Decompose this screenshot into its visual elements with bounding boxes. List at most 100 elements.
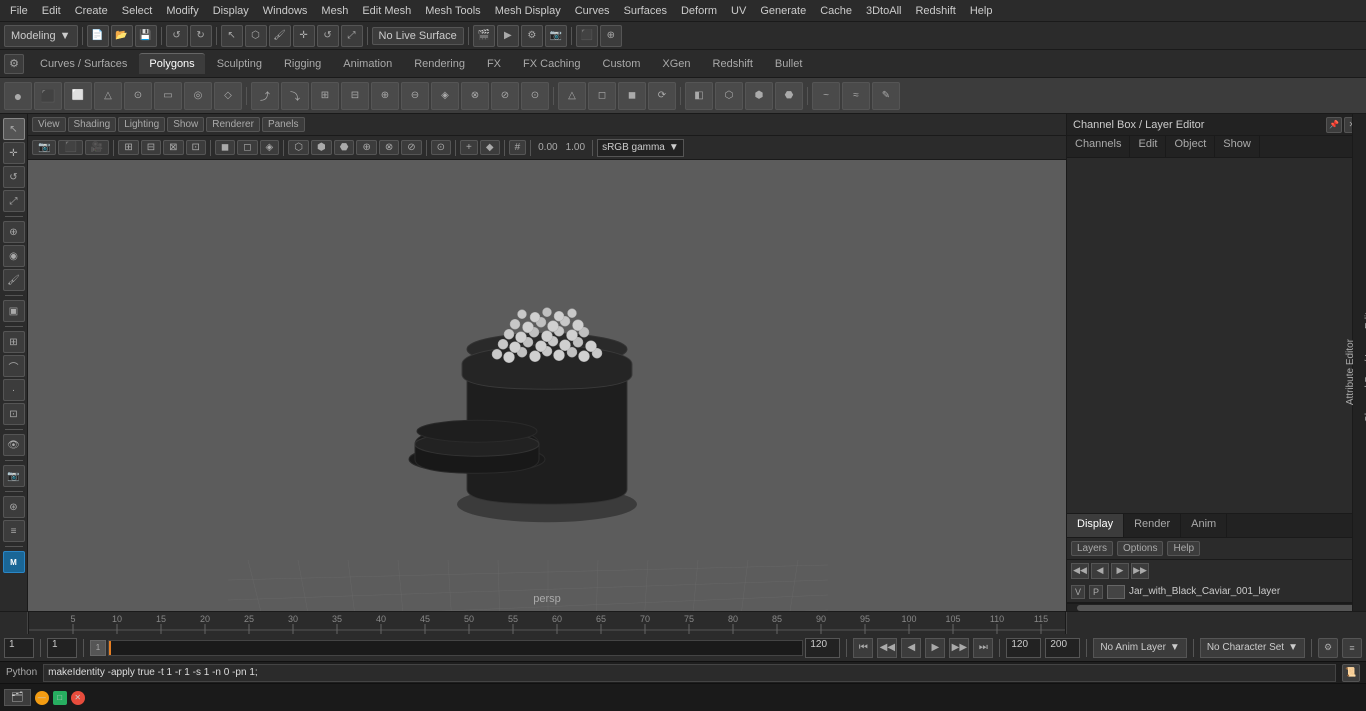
step-fwd-btn[interactable]: ▶▶ — [949, 638, 969, 658]
menu-surfaces[interactable]: Surfaces — [618, 3, 673, 19]
soft-select-btn[interactable]: ◉ — [3, 245, 25, 267]
menu-mesh-tools[interactable]: Mesh Tools — [419, 3, 486, 19]
render-settings-btn[interactable]: ⚙ — [521, 25, 543, 47]
ipr-btn[interactable]: ▶ — [497, 25, 519, 47]
menu-deform[interactable]: Deform — [675, 3, 723, 19]
attribute-editor-strip[interactable]: Channel Box / Layer Editor Attribute Edi… — [1352, 114, 1366, 611]
python-command-input[interactable] — [43, 664, 1336, 682]
rotate-mode-btn[interactable]: ↺ — [3, 166, 25, 188]
disk-btn[interactable]: ◎ — [184, 82, 212, 110]
redo-btn[interactable]: ↻ — [190, 25, 212, 47]
python-script-btn[interactable]: 📜 — [1342, 664, 1360, 682]
snap-surface-btn[interactable]: ⊡ — [3, 403, 25, 425]
play-back-btn[interactable]: ◀ — [901, 638, 921, 658]
skip-to-end-btn[interactable]: ⏭ — [973, 638, 993, 658]
layer-arrow-left2[interactable]: ◀ — [1091, 563, 1109, 579]
camera-tumble-btn[interactable]: 👁 — [3, 434, 25, 456]
menu-create[interactable]: Create — [69, 3, 114, 19]
snap-curve-btn[interactable]: ⌒ — [3, 355, 25, 377]
frame-selection-btn[interactable]: ▣ — [3, 300, 25, 322]
bridge-btn[interactable]: ⤵ — [281, 82, 309, 110]
layer-arrow-right1[interactable]: ▶ — [1111, 563, 1129, 579]
cube-btn[interactable]: ⬛ — [34, 82, 62, 110]
maya-logo-btn[interactable]: M — [3, 551, 25, 573]
char-set-menu-btn[interactable]: ≡ — [1342, 638, 1362, 658]
torus-btn[interactable]: ⊙ — [124, 82, 152, 110]
skip-to-start-btn[interactable]: ⏮ — [853, 638, 873, 658]
overdraw-btn[interactable]: ⊕ — [356, 140, 376, 155]
cb-render-tab[interactable]: Render — [1124, 514, 1181, 537]
cb-options-btn[interactable]: Options — [1117, 541, 1163, 556]
bevel-btn[interactable]: ◈ — [431, 82, 459, 110]
menu-edit[interactable]: Edit — [36, 3, 67, 19]
cb-object-tab[interactable]: Object — [1166, 136, 1215, 157]
mirror-btn[interactable]: ⬛ — [576, 25, 598, 47]
tab-rendering[interactable]: Rendering — [404, 54, 475, 74]
prism-btn[interactable]: ◇ — [214, 82, 242, 110]
crease-tool-lt-btn[interactable]: ≡ — [3, 520, 25, 542]
render-btn[interactable]: 🎬 — [473, 25, 495, 47]
live-surface-label[interactable]: No Live Surface — [372, 27, 464, 45]
menu-mesh[interactable]: Mesh — [315, 3, 354, 19]
max-frame-field[interactable]: 200 — [1045, 638, 1080, 658]
step-back-btn[interactable]: ◀◀ — [877, 638, 897, 658]
cb-show-tab[interactable]: Show — [1215, 136, 1260, 157]
current-frame-field[interactable]: 1 — [4, 638, 34, 658]
fill-hole-btn[interactable]: ◼ — [618, 82, 646, 110]
viewport-canvas[interactable]: x y z — [28, 160, 1066, 611]
viewport-shading-menu[interactable]: Shading — [68, 117, 117, 132]
cb-pin-btn[interactable]: 📌 — [1326, 117, 1342, 133]
no-char-set-dropdown[interactable]: No Character Set ▼ — [1200, 638, 1305, 658]
menu-curves[interactable]: Curves — [569, 3, 616, 19]
tab-redshift[interactable]: Redshift — [703, 54, 763, 74]
move-mode-btn[interactable]: ✛ — [3, 142, 25, 164]
vp-icon4[interactable]: ⊞ — [118, 140, 138, 155]
append-polygon-btn[interactable]: ⊞ — [311, 82, 339, 110]
vp-icon5[interactable]: ⊟ — [141, 140, 161, 155]
select-mode-btn[interactable]: ↖ — [3, 118, 25, 140]
quad-btn[interactable]: ◻ — [588, 82, 616, 110]
tab-sculpting[interactable]: Sculpting — [207, 54, 272, 74]
end-frame-field[interactable]: 120 — [805, 638, 840, 658]
layer-row[interactable]: V P Jar_with_Black_Caviar_001_layer — [1067, 581, 1366, 603]
menu-help[interactable]: Help — [964, 3, 999, 19]
vp-icon6[interactable]: ⊠ — [163, 140, 183, 155]
menu-windows[interactable]: Windows — [257, 3, 314, 19]
mode-dropdown[interactable]: Modeling ▼ — [4, 25, 78, 47]
new-scene-btn[interactable]: 📄 — [87, 25, 109, 47]
vp-icon7[interactable]: ⊡ — [186, 140, 206, 155]
mirror-geo-btn[interactable]: ◧ — [685, 82, 713, 110]
cb-edit-tab[interactable]: Edit — [1130, 136, 1166, 157]
tab-fx-caching[interactable]: FX Caching — [513, 54, 590, 74]
taskbar-maximize-btn[interactable]: □ — [53, 691, 67, 705]
taskbar-minimize-btn[interactable]: — — [35, 691, 49, 705]
split-btn[interactable]: ⊖ — [401, 82, 429, 110]
menu-uv[interactable]: UV — [725, 3, 752, 19]
menu-mesh-display[interactable]: Mesh Display — [489, 3, 567, 19]
layer-arrow-left1[interactable]: ◀◀ — [1071, 563, 1089, 579]
no-anim-layer-dropdown[interactable]: No Anim Layer ▼ — [1093, 638, 1187, 658]
extract-btn[interactable]: ⬣ — [775, 82, 803, 110]
vp-pivot-btn[interactable]: + — [460, 140, 478, 155]
menu-edit-mesh[interactable]: Edit Mesh — [356, 3, 417, 19]
vp-icon3[interactable]: 🎥 — [85, 140, 109, 155]
tab-custom[interactable]: Custom — [593, 54, 651, 74]
tab-fx[interactable]: FX — [477, 54, 511, 74]
open-scene-btn[interactable]: 📂 — [111, 25, 133, 47]
cb-anim-tab[interactable]: Anim — [1181, 514, 1227, 537]
universal-manip-btn[interactable]: ⊕ — [3, 221, 25, 243]
tab-polygons[interactable]: Polygons — [139, 53, 204, 74]
timeline-ruler[interactable]: 5 10 15 20 25 30 35 40 45 50 55 60 65 — [28, 612, 1066, 634]
cb-layers-btn[interactable]: Layers — [1071, 541, 1113, 556]
undo-btn[interactable]: ↺ — [166, 25, 188, 47]
snap-point-btn[interactable]: · — [3, 379, 25, 401]
save-scene-btn[interactable]: 💾 — [135, 25, 157, 47]
viewport-view-menu[interactable]: View — [32, 117, 66, 132]
menu-select[interactable]: Select — [116, 3, 159, 19]
viewport-panels-menu[interactable]: Panels — [262, 117, 305, 132]
range-bar[interactable] — [108, 640, 803, 656]
menu-display[interactable]: Display — [207, 3, 255, 19]
field-chart-btn[interactable]: ⬣ — [334, 140, 355, 155]
vp-key-btn[interactable]: ◆ — [480, 140, 500, 155]
char-set-settings-btn[interactable]: ⚙ — [1318, 638, 1338, 658]
